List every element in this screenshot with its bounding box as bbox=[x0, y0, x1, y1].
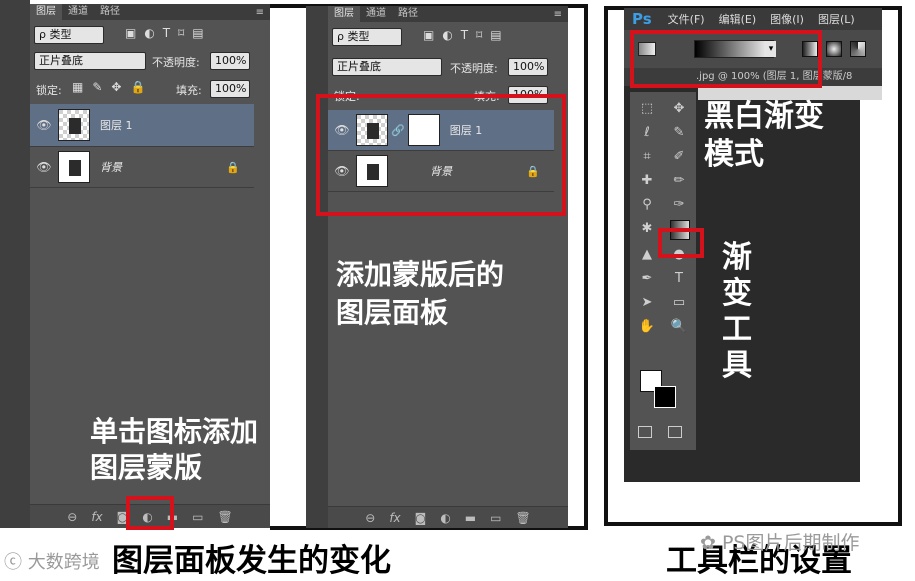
canvas-area bbox=[860, 100, 882, 482]
lock-icon: 🔒 bbox=[226, 160, 240, 174]
shape-tool-icon[interactable]: ▭ bbox=[670, 294, 688, 312]
menu-file[interactable]: 文件(F) bbox=[668, 11, 705, 27]
radial-gradient-icon[interactable] bbox=[826, 41, 842, 57]
right-annotation-mode: 黑白渐变 模式 bbox=[704, 99, 824, 172]
panel-menu-icon[interactable]: ≡ bbox=[256, 7, 270, 18]
trash-icon[interactable]: 🗑 bbox=[515, 511, 530, 525]
move-tool-icon[interactable]: ✥ bbox=[670, 100, 688, 118]
filter-select[interactable]: ρ 类型 bbox=[332, 28, 402, 46]
eyedropper-tool-icon[interactable]: ✐ bbox=[670, 148, 688, 166]
left-annotation: 单击图标添加 图层蒙版 bbox=[90, 415, 259, 484]
gradient-mode-highlight bbox=[630, 30, 822, 88]
right-annotation-tool: 渐 变 工 具 bbox=[722, 240, 752, 383]
visibility-eye-icon[interactable]: 👁 bbox=[30, 160, 58, 174]
layer-thumbnail bbox=[58, 109, 90, 141]
new-layer-icon[interactable]: ▭ bbox=[192, 510, 203, 524]
hand-tool-icon[interactable]: ✋ bbox=[638, 318, 656, 336]
caption-left: 图层面板发生的变化 bbox=[112, 543, 391, 579]
group-folder-icon[interactable]: ▬ bbox=[465, 511, 476, 525]
quick-mask-icon[interactable] bbox=[638, 426, 652, 438]
visibility-eye-icon[interactable]: 👁 bbox=[30, 118, 58, 132]
opacity-label: 不透明度: bbox=[152, 56, 200, 69]
tab-paths[interactable]: 路径 bbox=[94, 4, 126, 20]
zoom-tool-icon[interactable]: 🔍 bbox=[670, 318, 688, 336]
fill-label: 填充: bbox=[176, 84, 202, 97]
adjustment-icon[interactable]: ◐ bbox=[440, 511, 450, 525]
brush-tool-icon[interactable]: ✏ bbox=[670, 172, 688, 190]
filter-icons: ▣◐T⌑▤ bbox=[125, 26, 212, 40]
add-mask-icon[interactable]: ◙ bbox=[415, 511, 427, 525]
middle-panel-tabs: 图层 通道 路径 ≡ bbox=[328, 6, 568, 22]
filter-select[interactable]: ρ 类型 bbox=[34, 26, 104, 44]
opacity-input[interactable]: 100% bbox=[210, 52, 250, 70]
left-panel-side-strip bbox=[0, 0, 30, 528]
left-panel-tabs: 图层 通道 路径 ≡ bbox=[30, 4, 270, 20]
layers-list: 👁 图层 1 👁 背景 🔒 bbox=[30, 104, 254, 188]
blur-tool-icon[interactable]: ▲ bbox=[638, 246, 656, 264]
tab-layers[interactable]: 图层 bbox=[328, 6, 360, 22]
watermark-right-text: PS图片后期制作 bbox=[721, 532, 860, 554]
menu-layer[interactable]: 图层(L) bbox=[818, 11, 855, 27]
screen-mode-icon[interactable] bbox=[668, 426, 682, 438]
watermark-left: ⓒ 大数跨境 bbox=[4, 548, 100, 574]
type-tool-icon[interactable]: T bbox=[670, 270, 688, 288]
blend-mode-select[interactable]: 正片叠底 bbox=[332, 58, 442, 76]
blend-mode-select[interactable]: 正片叠底 bbox=[34, 52, 146, 70]
tab-channels[interactable]: 通道 bbox=[62, 4, 94, 20]
fx-icon[interactable]: fx bbox=[389, 511, 400, 525]
layer-row-background[interactable]: 👁 背景 🔒 bbox=[30, 147, 254, 188]
opacity-input[interactable]: 100% bbox=[508, 58, 548, 76]
clone-stamp-tool-icon[interactable]: ⚲ bbox=[638, 196, 656, 214]
quick-select-tool-icon[interactable]: ✎ bbox=[670, 124, 688, 142]
watermark-right: ✿ PS图片后期制作 bbox=[700, 528, 860, 555]
eraser-tool-icon[interactable]: ✱ bbox=[638, 220, 656, 238]
mask-added-highlight bbox=[316, 94, 566, 216]
tab-layers[interactable]: 图层 bbox=[30, 4, 62, 20]
angle-gradient-icon[interactable] bbox=[850, 41, 866, 57]
weibo-icon: ⓒ bbox=[4, 552, 22, 573]
link-icon[interactable]: ⊖ bbox=[365, 511, 375, 525]
lasso-tool-icon[interactable]: ℓ bbox=[638, 124, 656, 142]
middle-panel-side-strip bbox=[306, 6, 328, 528]
fx-icon[interactable]: fx bbox=[91, 510, 102, 524]
wechat-icon: ✿ bbox=[700, 532, 716, 554]
new-layer-icon[interactable]: ▭ bbox=[490, 511, 501, 525]
menu-bar: Ps 文件(F) 编辑(E) 图像(I) 图层(L) bbox=[624, 8, 882, 30]
menu-edit[interactable]: 编辑(E) bbox=[719, 11, 757, 27]
lock-icons[interactable]: ▦✎✥🔒 bbox=[72, 80, 154, 94]
layer-name: 图层 1 bbox=[100, 119, 133, 132]
add-mask-highlight bbox=[126, 496, 174, 530]
tab-channels[interactable]: 通道 bbox=[360, 6, 392, 22]
marquee-tool-icon[interactable]: ⬚ bbox=[638, 100, 656, 118]
ps-logo: Ps bbox=[632, 10, 652, 28]
pen-tool-icon[interactable]: ✒ bbox=[638, 270, 656, 288]
menu-image[interactable]: 图像(I) bbox=[770, 11, 804, 27]
opacity-label: 不透明度: bbox=[450, 62, 498, 75]
fill-input[interactable]: 100% bbox=[210, 80, 250, 98]
link-icon[interactable]: ⊖ bbox=[67, 510, 77, 524]
history-brush-tool-icon[interactable]: ✑ bbox=[670, 196, 688, 214]
middle-panel-bottom-bar: ⊖ fx ◙ ◐ ▬ ▭ 🗑 bbox=[328, 506, 568, 528]
filter-icons: ▣◐T⌑▤ bbox=[423, 28, 510, 42]
path-select-tool-icon[interactable]: ➤ bbox=[638, 294, 656, 312]
crop-tool-icon[interactable]: ⌗ bbox=[638, 148, 656, 166]
trash-icon[interactable]: 🗑 bbox=[217, 510, 232, 524]
background-color-swatch[interactable] bbox=[654, 386, 676, 408]
watermark-left-text: 大数跨境 bbox=[27, 552, 100, 573]
panel-menu-icon[interactable]: ≡ bbox=[554, 9, 568, 20]
gradient-tool-highlight bbox=[658, 228, 704, 258]
layer-name: 背景 bbox=[100, 161, 122, 174]
lock-label: 锁定: bbox=[36, 84, 62, 97]
healing-brush-tool-icon[interactable]: ✚ bbox=[638, 172, 656, 190]
layer-row-layer1[interactable]: 👁 图层 1 bbox=[30, 104, 254, 147]
middle-annotation: 添加蒙版后的 图层面板 bbox=[336, 258, 505, 329]
layer-thumbnail bbox=[58, 151, 90, 183]
tab-paths[interactable]: 路径 bbox=[392, 6, 424, 22]
